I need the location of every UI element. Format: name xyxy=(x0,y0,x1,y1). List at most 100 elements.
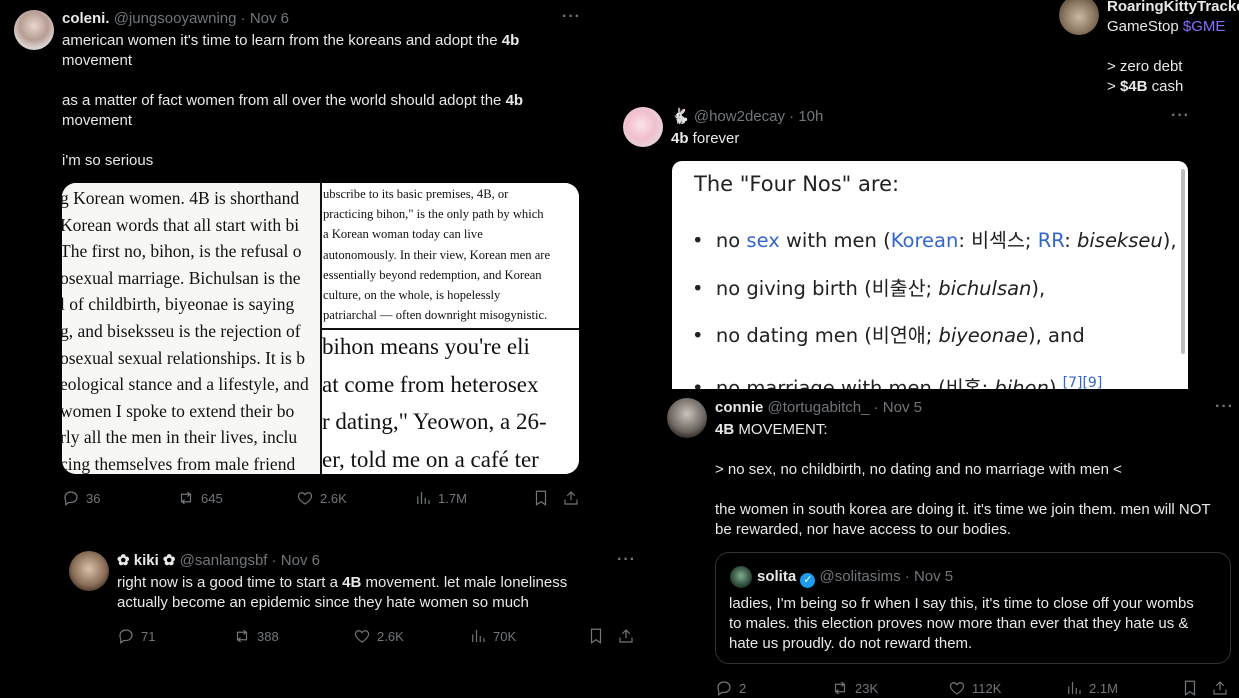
list-item: • no giving birth (비출산; bichulsan), xyxy=(692,276,1046,300)
avatar[interactable] xyxy=(730,566,752,588)
avatar[interactable] xyxy=(623,107,663,147)
tweet-text-line: american women it's time to learn from t… xyxy=(62,32,520,49)
display-name[interactable]: connie xyxy=(715,399,763,416)
tweet-text-line: 4B MOVEMENT: xyxy=(715,421,828,438)
cashtag-link[interactable]: $GME xyxy=(1183,18,1226,35)
wiki-list: • no sex with men (Korean: 비섹스; RR: bise… xyxy=(692,217,1177,389)
reply-button[interactable]: 36 xyxy=(62,489,100,507)
article-excerpt-left: g Korean women. 4B is shorthand Korean w… xyxy=(62,183,320,474)
views-button[interactable]: 70K xyxy=(469,627,516,645)
more-options-icon[interactable]: ··· xyxy=(562,8,581,26)
like-button[interactable]: 112K xyxy=(948,679,1001,697)
like-button[interactable]: 2.6K xyxy=(296,489,347,507)
quoted-text-line: ladies, I'm being so fr when I say this,… xyxy=(729,595,1194,612)
tweet-text-line: movement xyxy=(62,52,133,69)
rabbit-icon: 🐇 xyxy=(671,108,690,125)
tweet-media[interactable]: The "Four Nos" are: • no sex with men (K… xyxy=(672,161,1188,389)
tweet-text-line: > no sex, no childbirth, no dating and n… xyxy=(715,461,1122,478)
heart-icon xyxy=(354,630,370,643)
bookmark-icon xyxy=(590,628,602,644)
reply-icon xyxy=(119,629,133,644)
timestamp[interactable]: · Nov 5 xyxy=(874,399,922,416)
tweet-text-line: i'm so serious xyxy=(62,152,154,169)
wiki-reference-link[interactable]: [7][9] xyxy=(1063,375,1103,390)
reply-button[interactable]: 71 xyxy=(117,627,155,645)
repost-button[interactable]: 23K xyxy=(831,679,878,697)
heart-icon xyxy=(949,682,965,695)
list-item: • no marriage with men (비혼; bihon).[7][9… xyxy=(692,374,1103,390)
tweet-text-line: actually become an epidemic since they h… xyxy=(117,594,529,611)
repost-icon xyxy=(834,681,846,695)
tweet-text-line: right now is a good time to start a 4B m… xyxy=(117,574,568,591)
more-options-icon[interactable]: ··· xyxy=(617,551,636,569)
like-button[interactable]: 2.6K xyxy=(353,627,404,645)
bookmark-button[interactable] xyxy=(532,489,550,507)
verified-badge-icon: ✓ xyxy=(800,573,816,588)
timestamp[interactable]: · Nov 6 xyxy=(241,10,289,27)
wiki-heading: The "Four Nos" are: xyxy=(694,172,900,196)
avatar[interactable] xyxy=(667,398,707,438)
more-options-icon[interactable]: ··· xyxy=(1171,107,1190,125)
tweet-text-line: GameStop $GME xyxy=(1107,18,1226,35)
tweet-text-line: > zero debt xyxy=(1107,58,1183,75)
more-options-icon[interactable]: ··· xyxy=(1215,398,1234,416)
repost-icon xyxy=(180,491,192,505)
bookmark-button[interactable] xyxy=(1181,679,1199,697)
bookmark-icon xyxy=(535,490,547,506)
views-icon xyxy=(472,630,485,642)
tweet-actions: 36 645 2.6K 1.7M xyxy=(62,488,582,508)
bookmark-button[interactable] xyxy=(587,627,605,645)
tweet-text-line: be rewarded, nor have access to our bodi… xyxy=(715,521,1012,538)
repost-button[interactable]: 388 xyxy=(233,627,279,645)
avatar[interactable] xyxy=(1059,0,1099,35)
quoted-text-line: to males. this election proves now more … xyxy=(729,615,1189,632)
views-button[interactable]: 2.1M xyxy=(1065,679,1118,697)
avatar[interactable] xyxy=(14,10,54,50)
share-button[interactable] xyxy=(617,627,635,645)
timestamp[interactable]: · 10h xyxy=(789,108,823,125)
handle[interactable]: @solitasims xyxy=(820,568,901,585)
tweet-actions: 71 388 2.6K 70K xyxy=(117,626,637,646)
handle[interactable]: @how2decay xyxy=(694,108,785,125)
avatar[interactable] xyxy=(69,551,109,591)
reply-button[interactable]: 2 xyxy=(715,679,746,697)
views-button[interactable]: 1.7M xyxy=(414,489,467,507)
wiki-link[interactable]: Korean xyxy=(891,229,959,252)
reply-icon xyxy=(64,491,78,506)
tweet-text-line: the women in south korea are doing it. i… xyxy=(715,501,1211,518)
handle[interactable]: @jungsooyawning xyxy=(114,10,237,27)
tweet-media[interactable]: g Korean women. 4B is shorthand Korean w… xyxy=(62,183,579,474)
quoted-text-line: hate us proudly. do not reward them. xyxy=(729,635,973,652)
display-name[interactable]: coleni. xyxy=(62,10,110,27)
list-item: • no sex with men (Korean: 비섹스; RR: bise… xyxy=(692,229,1177,252)
display-name[interactable]: solita xyxy=(757,568,796,585)
timestamp[interactable]: · Nov 6 xyxy=(272,552,320,569)
share-icon xyxy=(1213,681,1227,695)
scrollbar[interactable] xyxy=(1181,169,1185,354)
wiki-link[interactable]: RR xyxy=(1038,229,1065,252)
bookmark-icon xyxy=(1184,680,1196,696)
share-button[interactable] xyxy=(1211,679,1229,697)
display-name[interactable]: RoaringKittyTracke xyxy=(1107,0,1239,15)
display-name[interactable]: ✿ kiki ✿ xyxy=(117,552,176,569)
share-icon xyxy=(619,629,633,643)
views-icon xyxy=(1068,682,1081,694)
reply-icon xyxy=(717,681,731,696)
timestamp[interactable]: · Nov 5 xyxy=(905,568,953,585)
tweet-text-line: movement xyxy=(62,112,133,129)
wiki-link[interactable]: sex xyxy=(746,229,779,252)
repost-button[interactable]: 645 xyxy=(177,489,223,507)
handle[interactable]: @tortugabitch_ xyxy=(768,399,870,416)
handle[interactable]: @sanlangsbf xyxy=(180,552,268,569)
article-excerpt-top-right: ubscribe to its basic premises, 4B, or p… xyxy=(322,183,579,328)
article-excerpt-bottom-right: bihon means you're eli at come from hete… xyxy=(322,330,579,474)
tweet-text-line: > $4B cash xyxy=(1107,78,1184,95)
tweet-text-line: as a matter of fact women from all over … xyxy=(62,92,524,109)
share-button[interactable] xyxy=(562,489,580,507)
tweet-actions: 2 23K 112K 2.1M xyxy=(715,678,1231,698)
share-icon xyxy=(564,491,578,505)
list-item: • no dating men (비연애; biyeonae), and xyxy=(692,324,1085,347)
quoted-tweet[interactable]: solita ✓ @solitasims · Nov 5 ladies, I'm… xyxy=(715,552,1231,664)
tweet-text-line: 4b forever xyxy=(671,130,740,147)
heart-icon xyxy=(297,492,313,505)
